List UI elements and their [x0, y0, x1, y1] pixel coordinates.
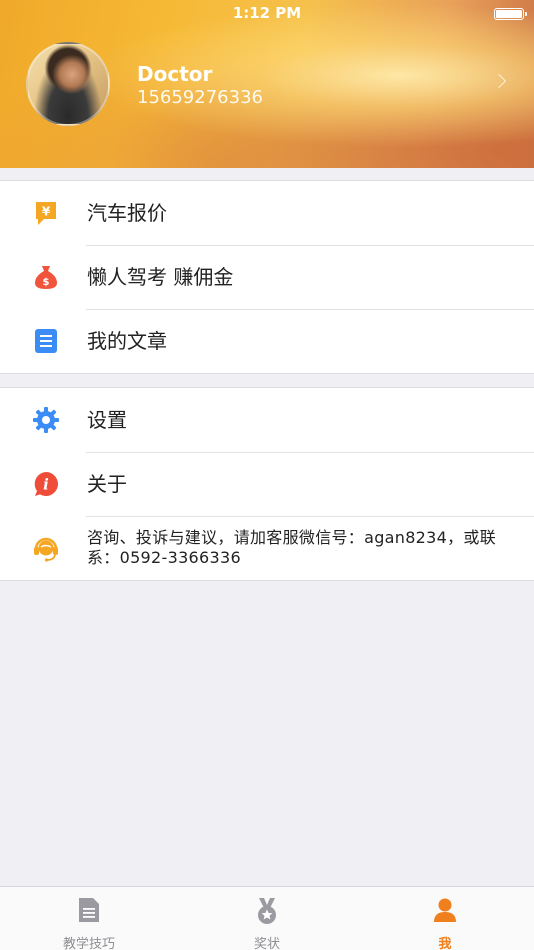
status-bar: 1:12 PM — [0, 0, 534, 28]
menu-item-my-articles[interactable]: 我的文章 — [0, 309, 534, 373]
svg-text:¥: ¥ — [42, 205, 51, 219]
tab-label: 教学技巧 — [62, 937, 115, 950]
person-icon — [434, 898, 456, 922]
menu-item-car-price[interactable]: ¥ 汽车报价 — [0, 181, 534, 245]
user-name: Doctor — [137, 62, 213, 86]
menu-item-about[interactable]: i 关于 — [0, 452, 534, 516]
svg-text:i: i — [43, 476, 49, 494]
menu-group-1: ¥ 汽车报价 $ 懒人驾考 赚佣金 我的文章 — [0, 180, 534, 374]
menu-item-settings[interactable]: 设置 — [0, 388, 534, 452]
menu-item-label: 设置 — [87, 408, 127, 432]
contact-info-text: 咨询、投诉与建议，请加客服微信号：agan8234，或联系：0592-33663… — [87, 528, 497, 567]
menu-item-lazy-driving[interactable]: $ 懒人驾考 赚佣金 — [0, 245, 534, 309]
status-time: 1:12 PM — [232, 4, 302, 22]
tab-awards[interactable]: 奖状 — [178, 887, 356, 950]
price-tag-icon: ¥ — [36, 202, 56, 225]
medal-icon — [258, 898, 276, 924]
document-icon — [79, 898, 99, 922]
money-bag-icon: $ — [35, 266, 57, 289]
user-phone: 15659276336 — [137, 87, 263, 108]
info-icon: i — [34, 472, 58, 496]
tab-label: 我 — [438, 937, 452, 950]
customer-service-icon — [34, 537, 58, 562]
gear-icon — [33, 407, 59, 433]
menu-item-label: 关于 — [87, 472, 127, 496]
battery-icon — [494, 8, 527, 20]
avatar[interactable] — [26, 42, 110, 126]
document-icon — [35, 329, 57, 353]
profile-header: 1:12 PM Doctor 15659276336 — [0, 0, 534, 168]
tab-bar: 教学技巧 奖状 我 — [0, 886, 534, 950]
profile-card[interactable]: Doctor 15659276336 — [0, 40, 534, 130]
menu-item-label: 我的文章 — [87, 329, 167, 353]
menu-item-label: 汽车报价 — [87, 201, 167, 225]
menu-item-contact[interactable]: 咨询、投诉与建议，请加客服微信号：agan8234，或联系：0592-33663… — [0, 516, 534, 580]
svg-text:$: $ — [43, 277, 50, 288]
tab-label: 奖状 — [253, 937, 280, 950]
tab-me[interactable]: 我 — [356, 887, 534, 950]
tab-teaching-tips[interactable]: 教学技巧 — [0, 887, 178, 950]
menu-group-2: 设置 i 关于 咨询、投诉与建议，请加客服微信号：agan8234，或联系：05… — [0, 387, 534, 581]
chevron-right-icon — [491, 73, 507, 89]
menu-item-label: 懒人驾考 赚佣金 — [87, 265, 234, 289]
